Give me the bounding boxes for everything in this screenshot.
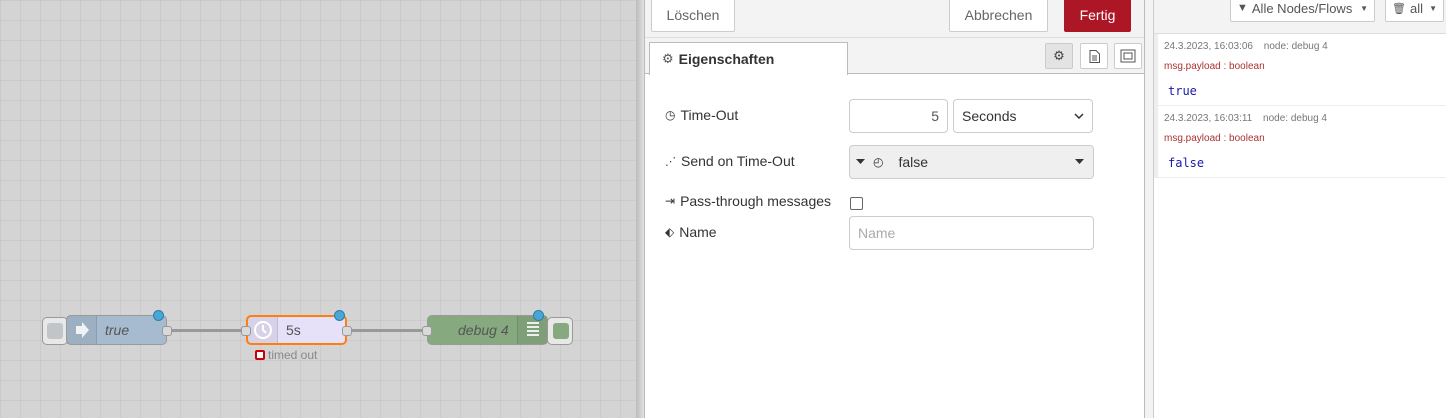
wire-trigger-debug[interactable]: [347, 329, 427, 332]
passthrough-label: Pass-through messages: [680, 193, 832, 209]
message-value[interactable]: false: [1168, 156, 1204, 170]
message-node[interactable]: node: debug 4: [1263, 113, 1327, 124]
name-label: Name: [679, 224, 717, 240]
caret-down-icon: ▼: [1360, 3, 1368, 13]
message-timestamp: 24.3.2023, 16:03:06: [1164, 41, 1253, 52]
tab-appearance[interactable]: [1114, 43, 1142, 69]
value-dropdown-icon[interactable]: [1075, 159, 1085, 165]
message-meta: 24.3.2023, 16:03:11 node: debug 4: [1164, 113, 1327, 124]
gear-icon: ⚙: [662, 51, 674, 66]
node-editor-tray: Löschen Abbrechen Fertig ⚙ Eigenschaften…: [644, 0, 1145, 418]
sidebar-separator[interactable]: [1145, 0, 1153, 418]
debug-message[interactable]: 24.3.2023, 16:03:06 node: debug 4 msg.pa…: [1154, 34, 1446, 106]
timeout-value-input[interactable]: 5: [849, 99, 948, 133]
inject-node-label: true: [105, 322, 130, 338]
type-dropdown-icon[interactable]: [856, 159, 866, 165]
message-meta: 24.3.2023, 16:03:06 node: debug 4: [1164, 41, 1328, 52]
debug-toolbar: ▼ Alle Nodes/Flows ▼ 🗑 all ▼: [1154, 0, 1446, 34]
send-label-row: ⋰ Send on Time-Out: [665, 153, 795, 169]
debug-node[interactable]: debug 4: [422, 310, 548, 345]
timeout-label: Time-Out: [680, 107, 739, 123]
message-node[interactable]: node: debug 4: [1264, 41, 1328, 52]
name-placeholder: Name: [858, 225, 896, 241]
message-timestamp: 24.3.2023, 16:03:11: [1164, 113, 1253, 124]
rss-icon: ⋰: [665, 155, 676, 168]
send-value: false: [898, 154, 929, 170]
timeout-unit-value: Seconds: [962, 108, 1017, 124]
message-topic: msg.payload : boolean: [1164, 133, 1265, 144]
wire-inject-trigger[interactable]: [167, 329, 247, 332]
flow-workspace[interactable]: true 5s timed out debug 4: [0, 0, 636, 418]
passthrough-checkbox[interactable]: [850, 197, 863, 210]
delete-button[interactable]: Löschen: [651, 0, 735, 32]
timeout-label-row: ◷ Time-Out: [665, 107, 738, 123]
changed-indicator-dot: [533, 310, 544, 321]
clear-label: all: [1409, 0, 1423, 16]
tab-description[interactable]: [1080, 43, 1108, 69]
trigger-node-label: 5s: [286, 322, 301, 338]
tag-icon: ⬖: [665, 225, 675, 239]
trigger-status-text: timed out: [268, 348, 318, 362]
tray-tabs: ⚙ Eigenschaften ⚙: [645, 38, 1144, 75]
inject-node[interactable]: true: [66, 310, 172, 345]
trash-icon: 🗑: [1392, 2, 1406, 15]
clear-dropdown[interactable]: 🗑 all ▼: [1385, 0, 1444, 22]
caret-down-icon: ▼: [1429, 3, 1437, 13]
boolean-type-icon: ◴: [873, 155, 884, 169]
done-button[interactable]: Fertig: [1064, 0, 1131, 32]
inject-trigger-button[interactable]: [42, 317, 68, 345]
filter-label: Alle Nodes/Flows: [1251, 0, 1353, 16]
gear-icon: ⚙: [1053, 48, 1065, 63]
name-label-row: ⬖ Name: [665, 224, 717, 240]
changed-indicator-dot: [334, 310, 345, 321]
trigger-status: timed out: [255, 348, 317, 362]
output-port[interactable]: [342, 326, 352, 336]
timeout-value: 5: [931, 108, 939, 124]
trigger-node[interactable]: 5s: [241, 310, 352, 345]
filter-dropdown[interactable]: ▼ Alle Nodes/Flows ▼: [1230, 0, 1375, 22]
tray-toolbar: Löschen Abbrechen Fertig: [645, 0, 1144, 38]
timeout-unit-select[interactable]: Seconds: [953, 99, 1093, 133]
tab-settings[interactable]: ⚙: [1045, 43, 1073, 69]
name-input[interactable]: Name: [849, 216, 1094, 250]
cancel-button[interactable]: Abbrechen: [949, 0, 1048, 32]
filter-icon: ▼: [1237, 2, 1248, 14]
output-port[interactable]: [162, 326, 172, 336]
input-port[interactable]: [422, 326, 432, 336]
debug-toggle-button[interactable]: [547, 317, 573, 345]
clock-icon: [248, 317, 278, 343]
debug-message[interactable]: 24.3.2023, 16:03:11 node: debug 4 msg.pa…: [1154, 106, 1446, 178]
message-topic: msg.payload : boolean: [1164, 61, 1265, 72]
send-value-typed-input[interactable]: ◴ false: [849, 145, 1094, 179]
changed-indicator-dot: [153, 310, 164, 321]
passthrough-label-row: ⇥ Pass-through messages: [665, 193, 831, 209]
message-value[interactable]: true: [1168, 84, 1197, 98]
chevron-down-icon: [1074, 113, 1084, 119]
debug-node-label: debug 4: [458, 322, 509, 338]
clock-icon: ◷: [665, 108, 676, 122]
tab-properties-label: Eigenschaften: [678, 51, 775, 67]
input-port[interactable]: [241, 326, 251, 336]
send-label: Send on Time-Out: [681, 153, 795, 169]
document-icon: [1089, 49, 1100, 63]
debug-sidebar: ▼ Alle Nodes/Flows ▼ 🗑 all ▼ 24.3.2023, …: [1153, 0, 1446, 418]
status-ring-icon: [255, 350, 265, 360]
sign-in-icon: ⇥: [665, 194, 676, 208]
list-icon: [517, 316, 547, 344]
frame-icon: [1120, 49, 1136, 63]
tab-properties[interactable]: ⚙ Eigenschaften: [649, 42, 848, 75]
arrow-right-icon: [67, 316, 97, 344]
